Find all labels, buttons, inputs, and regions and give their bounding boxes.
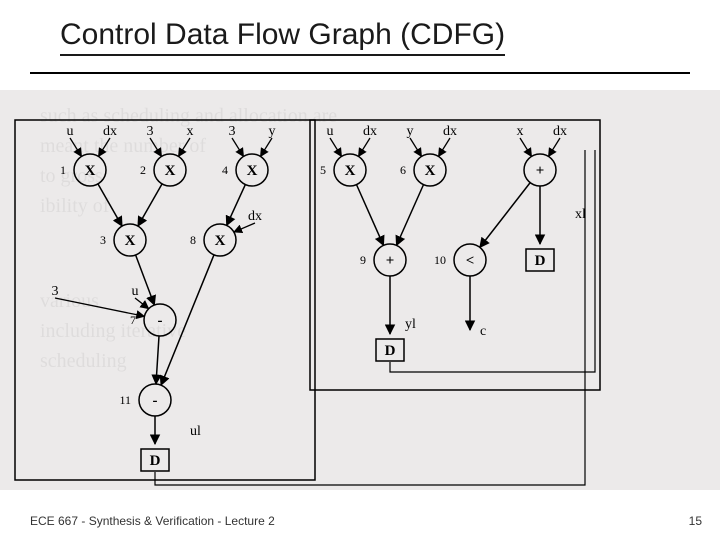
graph-edge: [138, 184, 162, 226]
input-label: x: [517, 124, 524, 139]
input-edge: [520, 138, 532, 156]
op-node-label: -: [153, 393, 158, 409]
graph-edge: [156, 336, 159, 384]
input-edge: [410, 138, 422, 156]
input-edge: [438, 138, 450, 156]
op-node-id: 2: [140, 163, 146, 177]
op-node-label: +: [386, 253, 395, 269]
graph-edge: [98, 184, 122, 226]
op-node-label: X: [165, 163, 176, 179]
footer-text: ECE 667 - Synthesis & Verification - Lec…: [30, 514, 275, 528]
input-edge: [358, 138, 370, 156]
feedback-wire: [155, 150, 585, 485]
input-edge: [70, 138, 82, 156]
output-label: ul: [190, 424, 201, 439]
op-node-id: 1: [60, 163, 66, 177]
input-edge: [178, 138, 190, 156]
input-edge: [150, 138, 162, 156]
op-node-label: D: [150, 453, 161, 469]
op-node-label: X: [425, 163, 436, 179]
input-label: u: [327, 124, 334, 139]
cdfg-figure: u dx 3 x 3 y u dx y dx x dx dx u 3 X 1 X 2 X 5 X 6 + X 3 X 4 X 8 +9 <1…: [0, 90, 720, 490]
input-label: y: [269, 124, 276, 139]
op-node-label: X: [215, 233, 226, 249]
cdfg-svg: u dx 3 x 3 y u dx y dx x dx dx u 3 X 1 X 2 X 5 X 6 + X 3 X 4 X 8 +9 <1…: [0, 90, 720, 490]
input-label: dx: [103, 124, 117, 139]
input-label: dx: [553, 124, 567, 139]
input-edge: [548, 138, 560, 156]
output-label: yl: [405, 317, 416, 332]
op-node-id: 11: [119, 393, 131, 407]
graph-edge: [227, 185, 246, 226]
input-edge: [232, 138, 244, 156]
op-node-label: X: [345, 163, 356, 179]
op-node-id: 8: [190, 233, 196, 247]
title-underline: [30, 72, 690, 74]
input-edge: [98, 138, 110, 156]
slide-title: Control Data Flow Graph (CDFG): [60, 18, 505, 56]
op-node-id: 9: [360, 253, 366, 267]
op-node-id: 5: [320, 163, 326, 177]
input-label: 3: [229, 124, 236, 139]
op-node-label: D: [385, 343, 396, 359]
input-edge: [234, 223, 255, 232]
op-node-id: 7: [130, 313, 136, 327]
output-label: c: [480, 324, 486, 339]
input-label: u: [132, 284, 139, 299]
input-label: dx: [363, 124, 377, 139]
op-node-id: 4: [222, 163, 228, 177]
op-node-label: D: [535, 253, 546, 269]
op-node-label: X: [247, 163, 258, 179]
op-node-label: +: [536, 163, 545, 179]
graph-edge: [396, 185, 423, 246]
output-label: xl: [575, 207, 586, 222]
op-node-label: <: [466, 253, 475, 269]
op-node-label: X: [85, 163, 96, 179]
graph-edge: [356, 185, 383, 246]
op-node-label: X: [125, 233, 136, 249]
op-node-id: 10: [434, 253, 446, 267]
input-edge: [330, 138, 342, 156]
op-node-label: -: [158, 313, 163, 329]
input-label: y: [407, 124, 414, 139]
input-edge: [135, 298, 149, 309]
input-edge: [260, 138, 272, 156]
input-label: dx: [443, 124, 457, 139]
input-label: dx: [248, 209, 262, 224]
input-label: x: [187, 124, 194, 139]
input-label: u: [67, 124, 74, 139]
op-node-id: 3: [100, 233, 106, 247]
input-label: 3: [52, 284, 59, 299]
op-node-id: 6: [400, 163, 406, 177]
input-label: 3: [147, 124, 154, 139]
page-number: 15: [689, 514, 702, 528]
graph-edge: [480, 183, 530, 248]
